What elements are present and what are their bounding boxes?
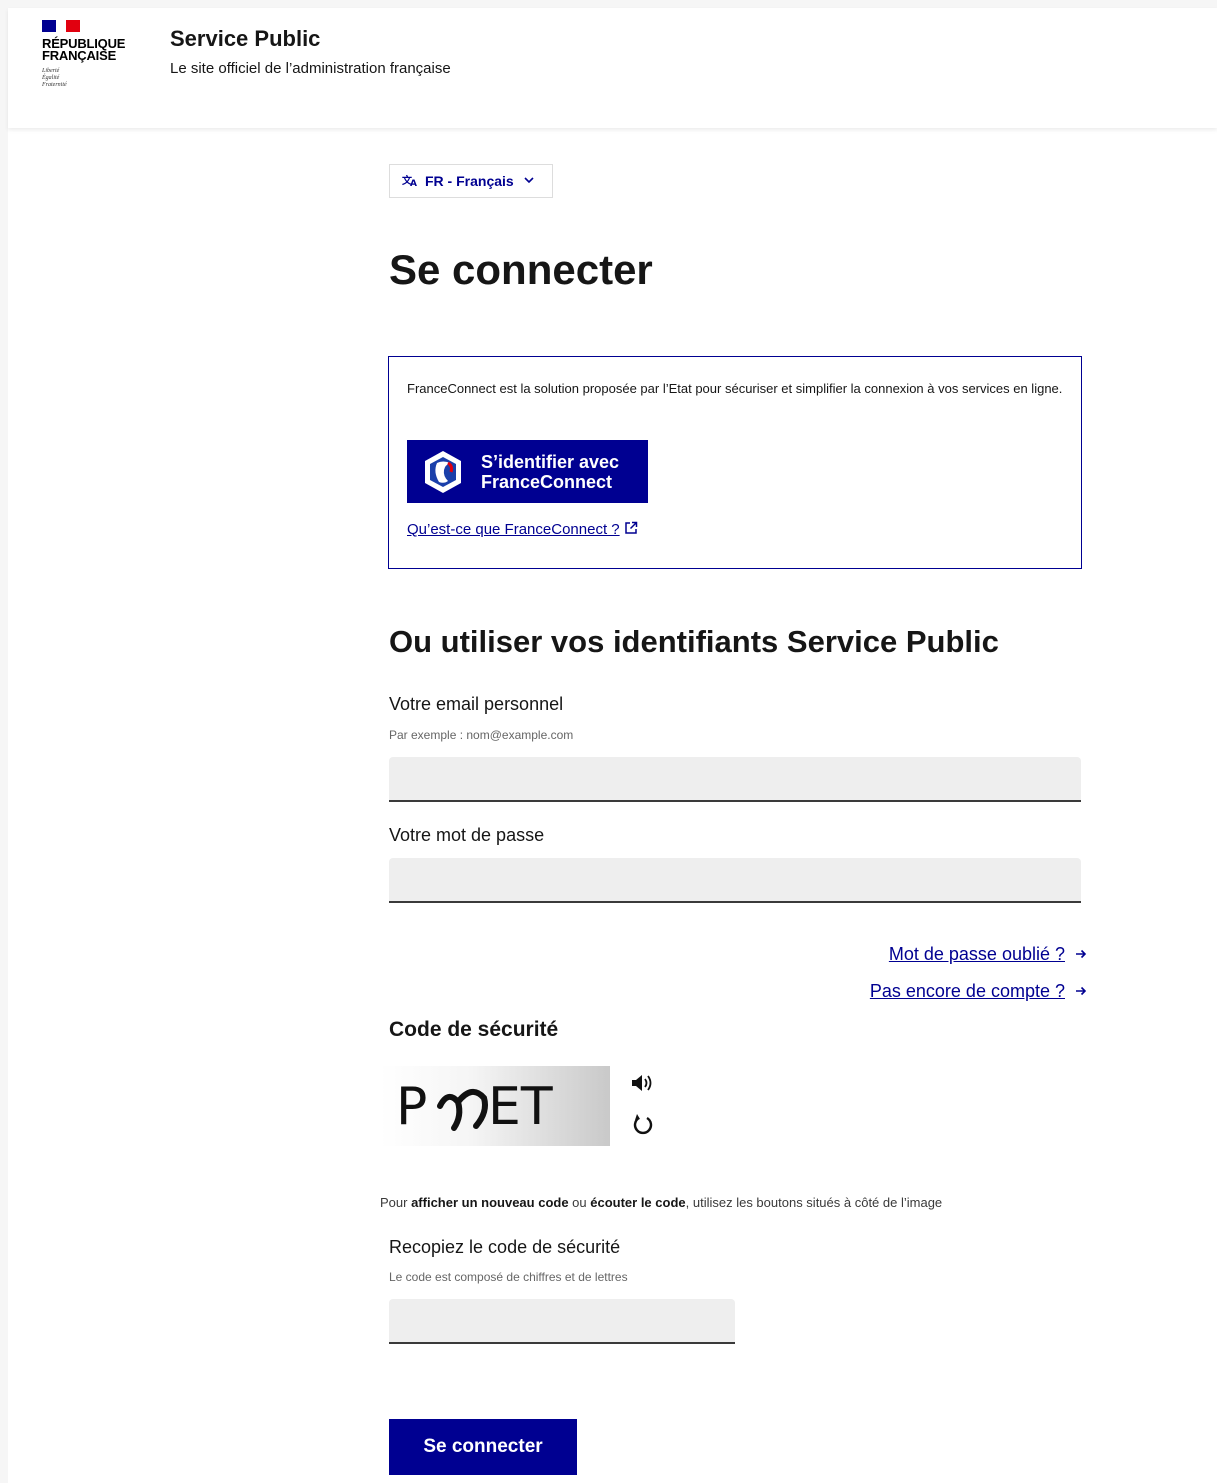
franceconnect-box: FranceConnect est la solution proposée p…: [388, 356, 1082, 569]
franceconnect-info-link-text: Qu’est-ce que FranceConnect ?: [407, 521, 620, 538]
republique-francaise-logo[interactable]: RÉPUBLIQUE FRANÇAISE Liberté Égalité Fra…: [42, 20, 142, 110]
speaker-icon: [632, 1075, 652, 1091]
site-header: RÉPUBLIQUE FRANÇAISE Liberté Égalité Fra…: [8, 8, 1217, 128]
captcha-input-hint: Le code est composé de chiffres et de le…: [389, 1270, 628, 1284]
email-field[interactable]: [389, 757, 1081, 802]
franceconnect-info-link[interactable]: Qu’est-ce que FranceConnect ?: [407, 521, 638, 539]
captcha-help-bold-1: afficher un nouveau code: [411, 1195, 569, 1210]
forgot-password-text: Mot de passe oublié ?: [888, 944, 1065, 964]
captcha-help-bold-2: écouter le code: [590, 1195, 686, 1210]
franceconnect-logo-icon: [425, 450, 461, 493]
login-button[interactable]: Se connecter: [389, 1419, 577, 1475]
refresh-captcha-button[interactable]: [628, 1109, 658, 1139]
captcha-heading: Code de sécurité: [389, 1018, 559, 1041]
email-label: Votre email personnel: [389, 694, 564, 714]
page: RÉPUBLIQUE FRANÇAISE Liberté Égalité Fra…: [8, 8, 1217, 1483]
captcha-input-label: Recopiez le code de sécurité: [389, 1237, 621, 1257]
motto-line-2: Égalité: [42, 75, 60, 81]
language-selector[interactable]: 文A FR - Français: [389, 164, 553, 198]
captcha-help-text: Pour afficher un nouveau code ou écouter…: [380, 1195, 942, 1210]
captcha-help-suffix: , utilisez les boutons situés à côté de …: [685, 1195, 943, 1210]
audio-captcha-button[interactable]: [628, 1068, 658, 1098]
forgot-password-link[interactable]: Mot de passe oublié ?: [889, 944, 1087, 965]
site-tagline: Le site officiel de l’administration fra…: [170, 60, 451, 77]
captcha-help-prefix: Pour: [380, 1195, 412, 1210]
site-title[interactable]: Service Public: [170, 26, 320, 52]
signup-link[interactable]: Pas encore de compte ?: [870, 981, 1087, 1002]
page-title: Se connecter: [389, 246, 653, 293]
svg-text:ET: ET: [488, 1077, 553, 1137]
email-hint: Par exemple : nom@example.com: [389, 728, 574, 742]
arrow-right-icon: [1075, 947, 1087, 963]
franceconnect-button-label: S’identifier avec FranceConnect: [481, 452, 619, 492]
external-link-icon: [624, 521, 638, 539]
refresh-icon: [633, 1114, 653, 1135]
flag-icon: [42, 20, 80, 32]
svg-text:P: P: [396, 1077, 427, 1137]
motto-line-3: Fraternité: [42, 82, 67, 88]
credentials-heading: Ou utiliser vos identifiants Service Pub…: [389, 624, 999, 659]
motto-line-1: Liberté: [42, 68, 60, 74]
password-field[interactable]: [389, 858, 1081, 903]
chevron-down-icon: [524, 175, 534, 187]
arrow-right-icon: [1075, 984, 1087, 1000]
franceconnect-button[interactable]: S’identifier avec FranceConnect: [407, 440, 648, 503]
svg-text:A: A: [410, 179, 417, 187]
logo-line-2: FRANÇAISE: [42, 48, 117, 63]
captcha-help-mid: ou: [568, 1195, 591, 1210]
franceconnect-button-line-1: S’identifier avec: [481, 451, 620, 472]
franceconnect-button-line-2: FranceConnect: [481, 471, 613, 492]
logo-motto: Liberté Égalité Fraternité: [42, 68, 142, 89]
franceconnect-description: FranceConnect est la solution proposée p…: [407, 381, 1063, 396]
language-label: FR - Français: [425, 173, 514, 189]
translate-icon: 文A: [402, 173, 418, 190]
captcha-field[interactable]: [389, 1299, 735, 1344]
signup-text: Pas encore de compte ?: [869, 981, 1065, 1001]
password-label: Votre mot de passe: [389, 825, 545, 845]
captcha-image: P ET: [380, 1066, 610, 1146]
